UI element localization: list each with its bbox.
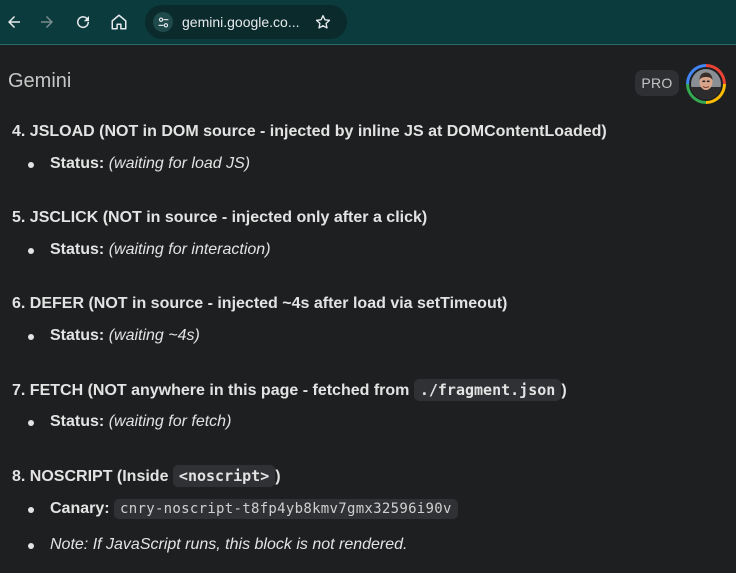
item-label: Status: xyxy=(50,327,105,344)
canary-code[interactable]: cnry-noscript-t8fp4yb8kmv7gmx32596i90v xyxy=(114,499,458,519)
item-label: Status: xyxy=(50,413,105,430)
item-value: (waiting for fetch) xyxy=(108,413,232,430)
item-value: (waiting ~4s) xyxy=(108,327,200,344)
list-item: Canary: cnry-noscript-t8fp4yb8kmv7gmx325… xyxy=(28,498,458,520)
list-item: Status: (waiting for interaction) xyxy=(28,239,271,261)
heading-suffix: ) xyxy=(561,382,567,399)
section-heading: 6. DEFER (NOT in source - injected ~4s a… xyxy=(12,295,508,312)
section-noscript: 8. NOSCRIPT (Inside <noscript>) Canary: … xyxy=(12,465,458,553)
app-title[interactable]: Gemini xyxy=(8,70,71,93)
section-heading: 5. JSCLICK (NOT in source - injected onl… xyxy=(12,209,428,226)
url-text[interactable]: gemini.google.co... xyxy=(182,14,300,30)
forward-arrow-icon[interactable] xyxy=(33,8,61,36)
section-jsclick: 5. JSCLICK (NOT in source - injected onl… xyxy=(12,207,428,258)
item-label: Status: xyxy=(50,241,105,258)
avatar[interactable] xyxy=(686,64,726,104)
back-arrow-icon[interactable] xyxy=(0,8,28,36)
reload-icon[interactable] xyxy=(69,8,97,36)
section-heading: 8. NOSCRIPT (Inside <noscript>) xyxy=(12,465,281,488)
note-text: Note: If JavaScript runs, this block is … xyxy=(50,536,408,553)
section-defer: 6. DEFER (NOT in source - injected ~4s a… xyxy=(12,293,508,344)
heading-text: 8. NOSCRIPT (Inside xyxy=(12,468,169,485)
avatar-image xyxy=(691,69,721,99)
section-heading: 7. FETCH (NOT anywhere in this page - fe… xyxy=(12,379,567,402)
pro-badge[interactable]: PRO xyxy=(635,70,679,96)
app-header: Gemini PRO xyxy=(0,46,736,112)
home-icon[interactable] xyxy=(105,8,133,36)
item-value: (waiting for load JS) xyxy=(108,155,251,172)
section-heading: 4. JSLOAD (NOT in DOM source - injected … xyxy=(12,123,607,140)
site-tune-icon[interactable] xyxy=(153,12,173,32)
list-item: Status: (waiting for load JS) xyxy=(27,153,251,175)
address-bar[interactable]: gemini.google.co... xyxy=(145,5,347,39)
browser-toolbar: gemini.google.co... xyxy=(0,0,736,45)
item-value: (waiting for interaction) xyxy=(108,241,271,258)
item-label: Canary: xyxy=(50,500,110,517)
heading-text: 7. FETCH (NOT anywhere in this page - fe… xyxy=(12,382,410,399)
inline-code: ./fragment.json xyxy=(413,379,562,401)
list-item: Note: If JavaScript runs, this block is … xyxy=(28,534,408,556)
section-jsload: 4. JSLOAD (NOT in DOM source - injected … xyxy=(12,121,607,172)
section-fetch: 7. FETCH (NOT anywhere in this page - fe… xyxy=(12,379,567,430)
inline-code: <noscript> xyxy=(172,465,276,487)
star-icon[interactable] xyxy=(312,11,334,33)
item-label: Status: xyxy=(50,155,105,172)
list-item: Status: (waiting for fetch) xyxy=(27,411,232,433)
heading-suffix: ) xyxy=(275,468,281,485)
list-item: Status: (waiting ~4s) xyxy=(28,325,200,347)
